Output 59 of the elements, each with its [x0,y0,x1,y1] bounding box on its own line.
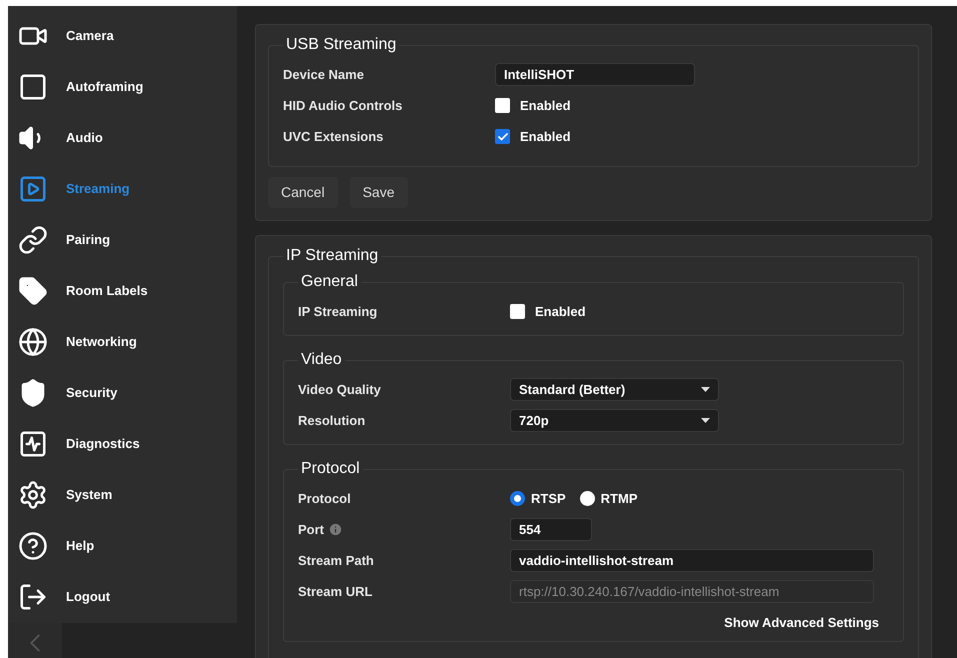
radio-label: RTMP [600,490,638,508]
checkbox-label: Enabled [520,96,571,115]
info-icon[interactable] [328,522,343,537]
nav-icon [18,72,48,102]
nav-icon [18,428,48,458]
checkbox-label: Enabled [535,302,586,321]
checkbox[interactable] [495,98,510,113]
select-dropdown[interactable]: 720p [510,409,719,432]
checkbox-label: Enabled [520,128,571,146]
checkbox[interactable] [510,304,525,319]
stream-url-field: rtsp://10.30.240.167/vaddio-intellishot-stream [510,580,874,603]
sidebar-item[interactable]: Autoframing [8,61,237,112]
form-button[interactable]: Save [350,177,408,208]
section-title: IP Streaming [285,246,380,266]
field-label: Device Name [283,66,364,84]
nav-icon [18,276,48,306]
field-label: Port [298,520,324,539]
radio-label: RTSP [531,490,566,508]
sidebar-item[interactable]: Room Labels [8,265,237,316]
nav-icon [18,530,48,560]
field-label: Video Quality [298,380,381,399]
nav-icon [18,224,48,254]
section-title: General [300,272,359,292]
nav-icon [18,174,48,204]
section-title: USB Streaming [285,35,398,55]
field-label: IP Streaming [298,302,378,321]
field-label: Resolution [298,412,366,430]
sidebar-item[interactable]: Audio [8,112,237,163]
field-label: UVC Extensions [283,128,384,146]
section-title: Protocol [300,459,361,479]
sidebar-item[interactable]: Camera [8,10,237,61]
dropdown-caret-icon [701,418,710,423]
radio-button[interactable] [580,491,595,506]
sidebar-item[interactable]: Pairing [8,214,237,265]
text-field[interactable]: vaddio-intellishot-stream [510,549,874,572]
text-field[interactable]: IntelliSHOT [495,63,695,86]
sidebar-item[interactable]: Logout [8,571,237,622]
nav-icon [18,326,48,356]
field-label: HID Audio Controls [283,96,402,115]
sidebar-item[interactable]: Networking [8,316,237,367]
port-field[interactable]: 554 [510,518,592,541]
checkbox[interactable] [495,129,510,144]
field-label: Stream Path [298,552,374,570]
field-label: Protocol [298,490,351,508]
sidebar-item[interactable]: System [8,469,237,520]
check-icon [496,130,508,142]
sidebar-item[interactable]: Diagnostics [8,418,237,469]
field-label: Stream URL [298,582,372,601]
sidebar-item[interactable]: Streaming [8,163,237,214]
form-button[interactable]: Cancel [268,177,338,208]
radio-button[interactable] [510,491,525,506]
sidebar-item[interactable]: Security [8,367,237,418]
show-advanced-settings-link[interactable]: Show Advanced Settings [724,613,879,632]
section-title: Video [300,350,343,370]
dropdown-caret-icon [701,387,710,392]
sidebar-item[interactable]: Help [8,520,237,571]
select-dropdown[interactable]: Standard (Better) [510,378,719,401]
nav-icon [18,480,48,510]
nav-icon [18,582,48,612]
